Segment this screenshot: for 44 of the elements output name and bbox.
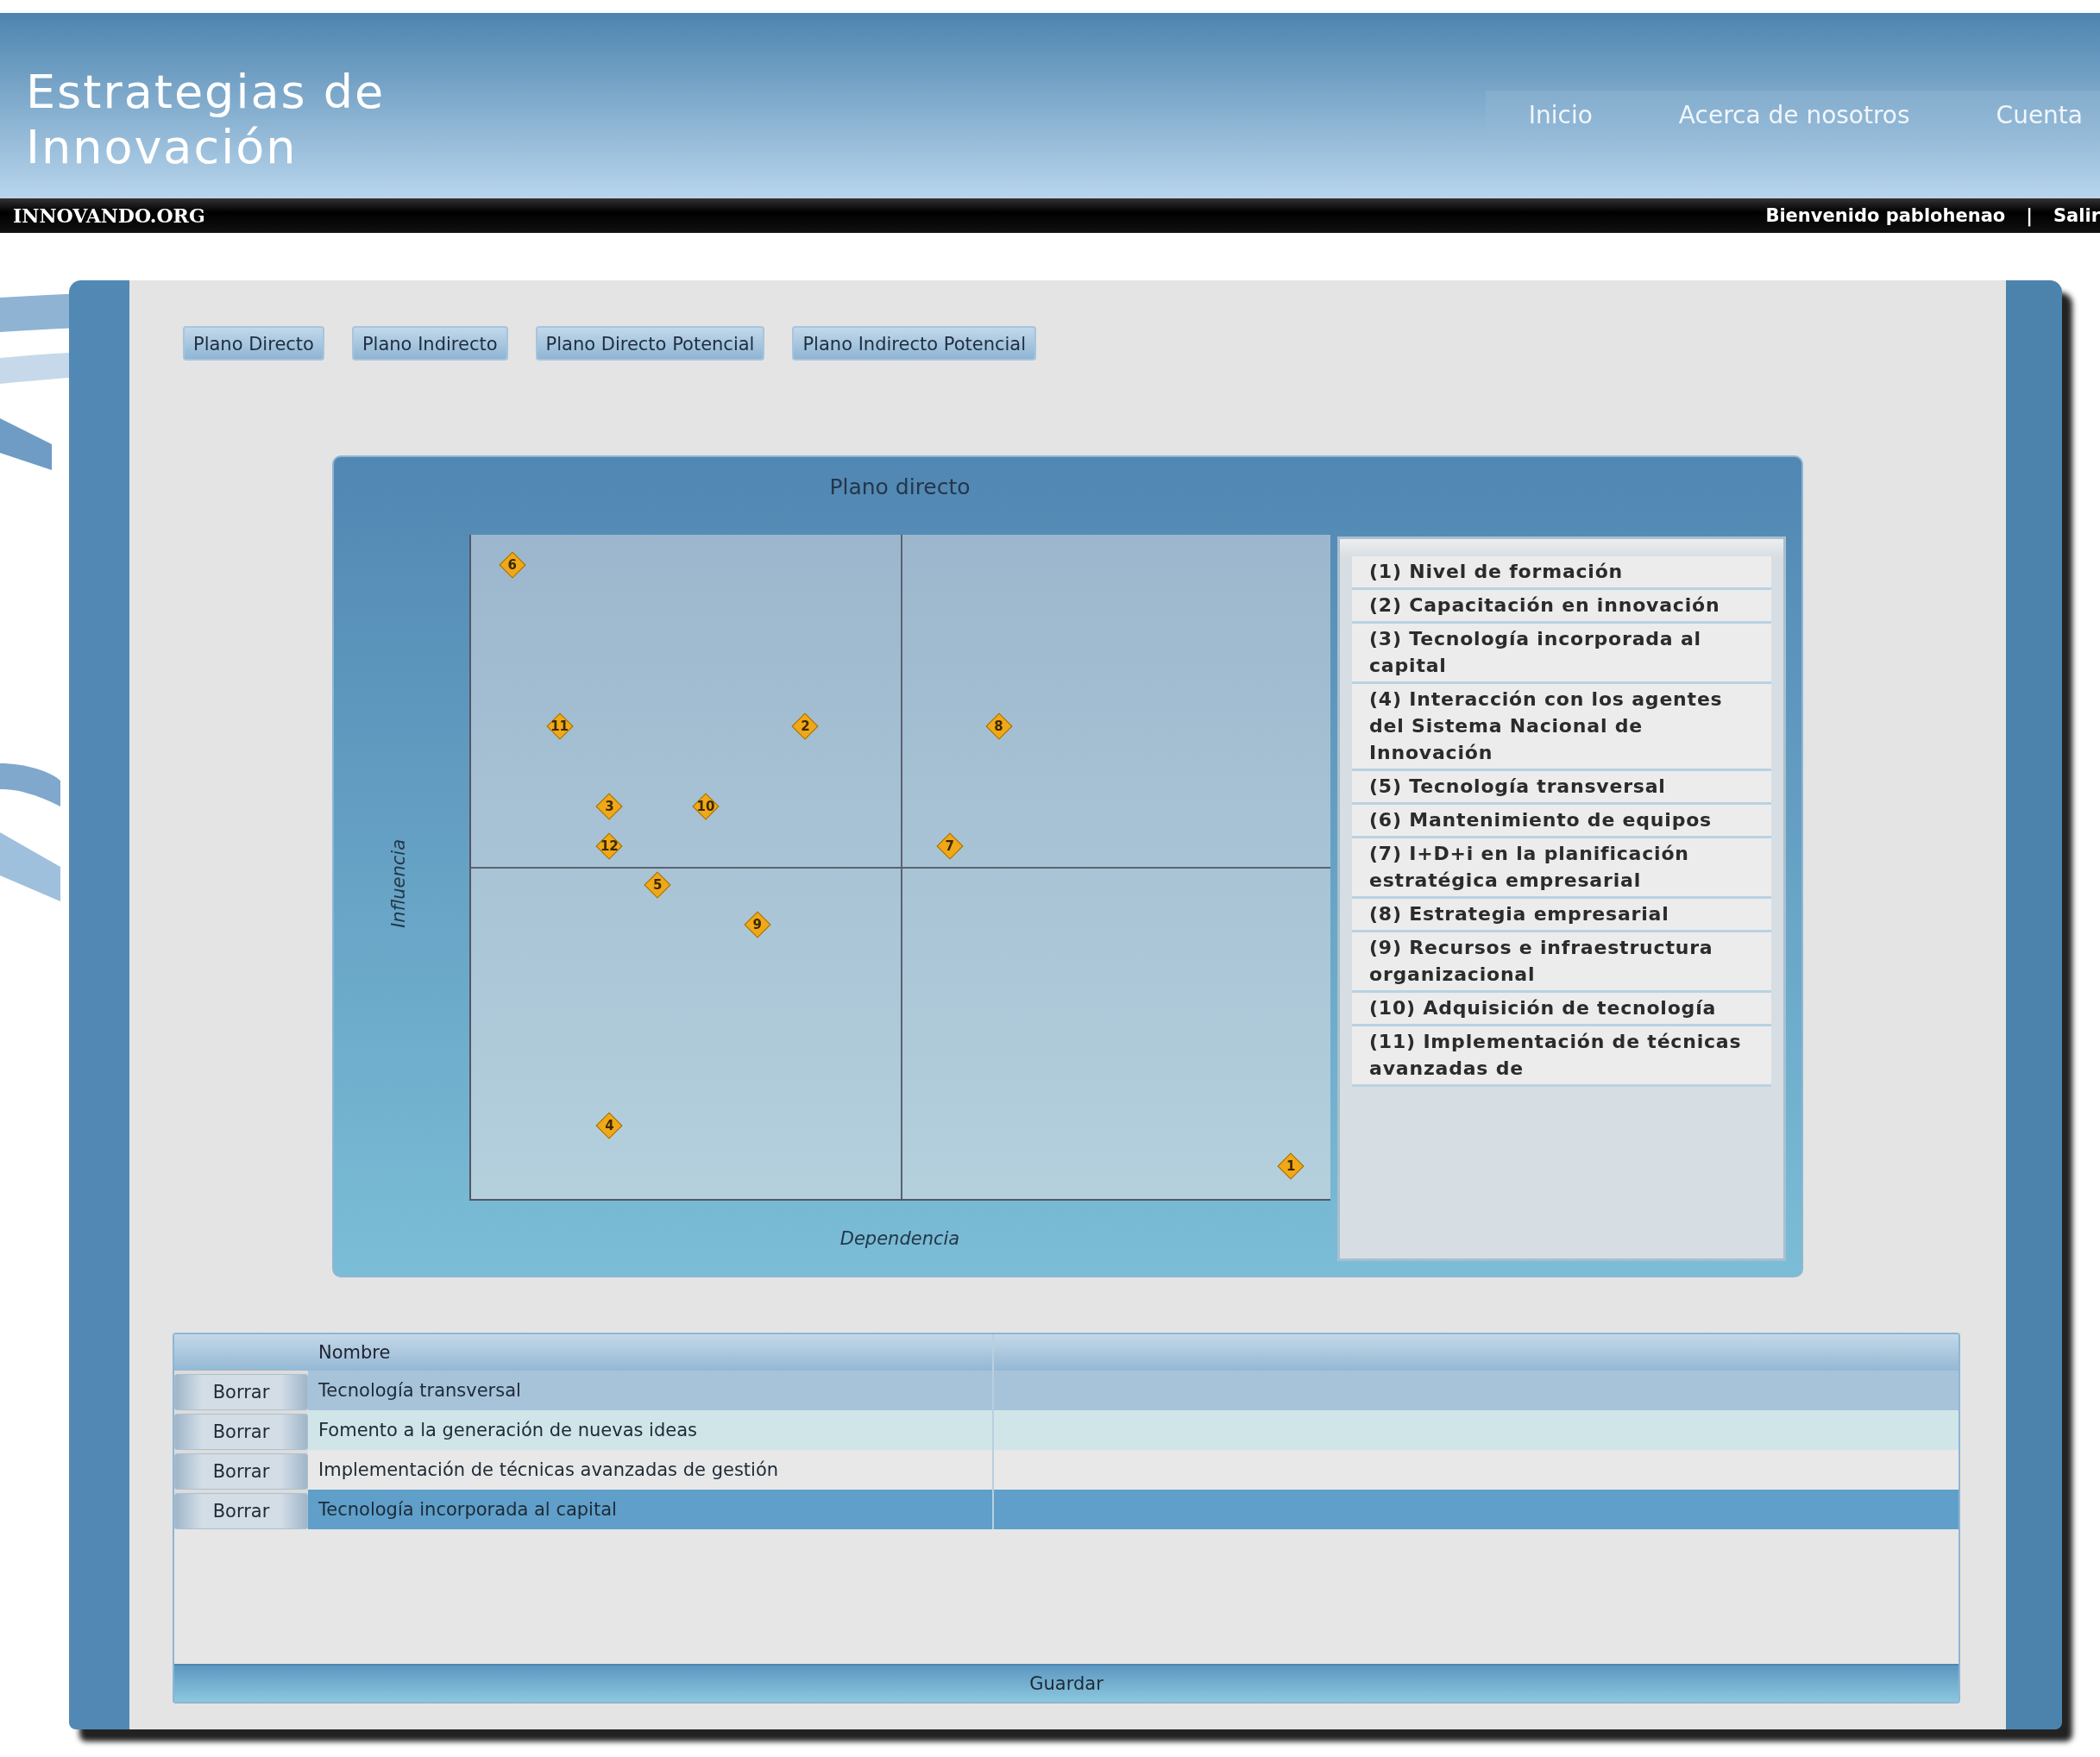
legend-item: (7) I+D+i en la planificación estratégica empresarial bbox=[1352, 838, 1771, 899]
data-point: 5 bbox=[644, 871, 671, 898]
legend-item: (8) Estrategia empresarial bbox=[1352, 899, 1771, 932]
data-point: 2 bbox=[792, 712, 819, 739]
data-point: 10 bbox=[692, 793, 719, 819]
save-button[interactable]: Guardar bbox=[174, 1664, 1959, 1702]
data-point: 4 bbox=[596, 1113, 623, 1139]
legend-item: (2) Capacitación en innovación bbox=[1352, 590, 1771, 624]
data-point: 7 bbox=[936, 833, 963, 860]
tab[interactable]: Plano Directo Potencial bbox=[535, 326, 765, 361]
tab[interactable]: Plano Directo bbox=[183, 326, 324, 361]
separator: | bbox=[2026, 205, 2033, 226]
axis-label: Dependencia bbox=[839, 1227, 961, 1251]
axis-label: Influencia bbox=[387, 839, 409, 928]
site-name: INNOVANDO.ORG bbox=[13, 204, 205, 227]
legend-item: (1) Nivel de formación bbox=[1352, 556, 1771, 590]
legend-item: (11) Implementación de técnicas avanzadas de bbox=[1352, 1026, 1771, 1087]
site-title: Estrategias de Innovación bbox=[25, 64, 386, 175]
table-row[interactable]: Borrar Fomento a la generación de nuevas ideas bbox=[174, 1410, 1959, 1450]
delete-button[interactable]: Borrar bbox=[174, 1374, 308, 1410]
data-point: 8 bbox=[985, 712, 1012, 739]
table-row[interactable]: Borrar Tecnología incorporada al capital bbox=[174, 1490, 1959, 1529]
chart-title: Plano directo bbox=[828, 474, 971, 501]
table-cell: Tecnología incorporada al capital bbox=[308, 1490, 994, 1529]
legend-item: (4) Interacción con los agentes del Sistema Nacional de Innovación bbox=[1352, 684, 1771, 771]
legend-item: (10) Adquisición de tecnología bbox=[1352, 993, 1771, 1026]
legend-item: (6) Mantenimiento de equipos bbox=[1352, 805, 1771, 838]
delete-button[interactable]: Borrar bbox=[174, 1453, 308, 1490]
data-point: 3 bbox=[596, 793, 623, 819]
table-row[interactable]: Borrar Tecnología transversal bbox=[174, 1371, 1959, 1410]
delete-button[interactable]: Borrar bbox=[174, 1414, 308, 1450]
data-point: 6 bbox=[499, 551, 525, 578]
data-point: 11 bbox=[546, 712, 573, 739]
tab[interactable]: Plano Indirecto bbox=[351, 326, 508, 361]
data-point: 12 bbox=[596, 833, 623, 860]
legend-item: (3) Tecnología incorporada al capital bbox=[1352, 624, 1771, 684]
legend-item: (5) Tecnología transversal bbox=[1352, 771, 1771, 805]
logout-link[interactable]: Salir bbox=[2053, 205, 2100, 226]
data-point: 1 bbox=[1278, 1153, 1305, 1180]
welcome-text: Bienvenido pablohenao bbox=[1765, 205, 2006, 226]
data-point: 9 bbox=[744, 912, 770, 938]
legend-item: (9) Recursos e infraestructura organizacional bbox=[1352, 932, 1771, 993]
tab[interactable]: Plano Indirecto Potencial bbox=[792, 326, 1037, 361]
delete-button[interactable]: Borrar bbox=[174, 1493, 308, 1529]
